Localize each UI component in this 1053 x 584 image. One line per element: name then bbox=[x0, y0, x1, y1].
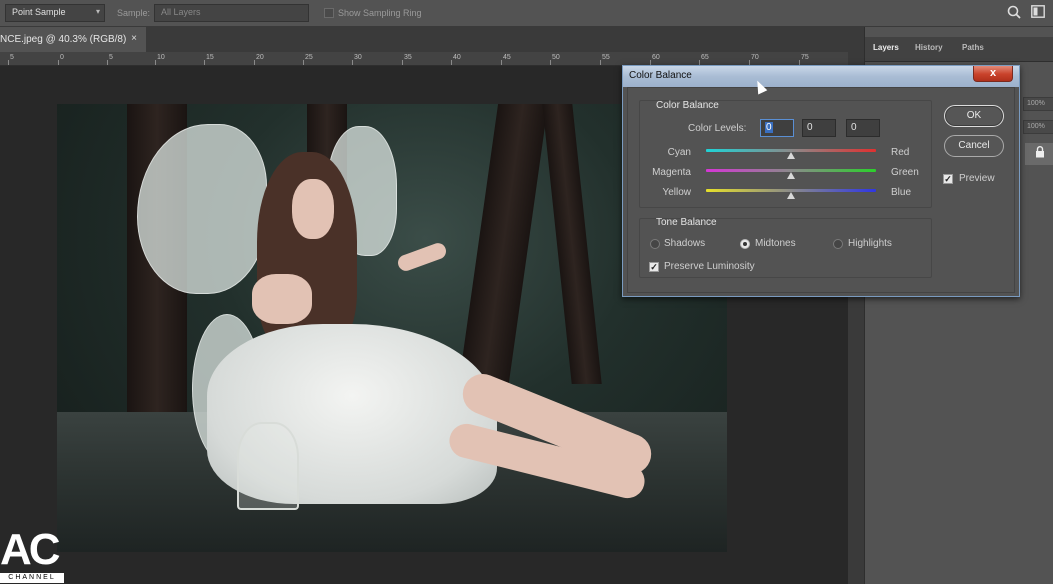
chevron-down-icon: ▾ bbox=[95, 7, 100, 16]
tone-balance-group-title: Tone Balance bbox=[656, 217, 717, 228]
sample-label: Sample: bbox=[117, 8, 151, 18]
green-label: Green bbox=[891, 167, 919, 178]
sample-size-select[interactable]: Point Sample ▾ bbox=[5, 4, 105, 22]
opacity-field[interactable]: 100% bbox=[1023, 97, 1053, 111]
midtones-label: Midtones bbox=[755, 238, 796, 249]
ok-button[interactable]: OK bbox=[944, 105, 1004, 127]
dialog-titlebar[interactable]: Color Balance x bbox=[623, 66, 1019, 87]
tab-history[interactable]: History bbox=[915, 43, 943, 52]
show-ring-label: Show Sampling Ring bbox=[338, 8, 422, 18]
fill-field[interactable]: 100% bbox=[1023, 120, 1053, 134]
sample-size-value: Point Sample bbox=[12, 7, 66, 17]
channel-watermark: AC CHANNEL bbox=[0, 528, 64, 584]
color-balance-group-title: Color Balance bbox=[656, 100, 719, 111]
color-level-value: 0 bbox=[765, 122, 773, 133]
color-level-cyan-red-input[interactable]: 0 bbox=[760, 119, 794, 137]
close-icon[interactable]: x bbox=[973, 66, 1013, 82]
dialog-title: Color Balance bbox=[629, 70, 692, 81]
preview-label: Preview bbox=[959, 173, 995, 184]
sample-value: All Layers bbox=[161, 7, 201, 17]
highlights-label: Highlights bbox=[848, 238, 892, 249]
workspace-icon[interactable] bbox=[1031, 5, 1045, 22]
color-balance-dialog: Color Balance x Color Balance Color Leve… bbox=[622, 65, 1020, 297]
options-bar: Point Sample ▾ Sample: All Layers Show S… bbox=[0, 0, 1053, 27]
ruler-tick-label: 40 bbox=[453, 54, 461, 61]
ruler-tick-label: 10 bbox=[157, 54, 165, 61]
search-icon[interactable] bbox=[1007, 5, 1021, 22]
close-icon[interactable]: × bbox=[131, 33, 137, 44]
document-tab[interactable]: NCE.jpeg @ 40.3% (RGB/8) × bbox=[0, 27, 146, 52]
shadows-radio[interactable] bbox=[650, 239, 660, 249]
ruler-tick-label: 50 bbox=[552, 54, 560, 61]
ruler-tick-label: 0 bbox=[60, 54, 64, 61]
highlights-radio[interactable] bbox=[833, 239, 843, 249]
cyan-red-slider-thumb[interactable] bbox=[787, 152, 795, 159]
sample-select[interactable]: All Layers bbox=[154, 4, 309, 22]
ruler-tick-label: 75 bbox=[801, 54, 809, 61]
lock-icon[interactable] bbox=[1025, 143, 1053, 165]
midtones-radio[interactable] bbox=[740, 239, 750, 249]
color-level-magenta-green-input[interactable]: 0 bbox=[802, 119, 836, 137]
preserve-luminosity-label: Preserve Luminosity bbox=[664, 261, 755, 272]
ruler-tick-label: 35 bbox=[404, 54, 412, 61]
ruler-tick-label: 70 bbox=[751, 54, 759, 61]
yellow-blue-slider-thumb[interactable] bbox=[787, 192, 795, 199]
shadows-label: Shadows bbox=[664, 238, 706, 249]
yellow-label: Yellow bbox=[662, 187, 691, 198]
document-tab-bar: NCE.jpeg @ 40.3% (RGB/8) × bbox=[0, 27, 864, 52]
watermark-channel: CHANNEL bbox=[0, 573, 64, 583]
red-label: Red bbox=[891, 147, 910, 158]
watermark-logo: AC bbox=[0, 525, 61, 574]
ruler-tick-label: 25 bbox=[305, 54, 313, 61]
show-ring-checkbox[interactable] bbox=[324, 8, 334, 18]
cancel-button[interactable]: Cancel bbox=[944, 135, 1004, 157]
preview-checkbox[interactable]: ✓ bbox=[943, 174, 953, 184]
ruler-tick-label: 5 bbox=[10, 54, 14, 61]
ruler-tick-label: 45 bbox=[503, 54, 511, 61]
magenta-label: Magenta bbox=[652, 167, 691, 178]
magenta-green-slider-thumb[interactable] bbox=[787, 172, 795, 179]
ruler-tick-label: 65 bbox=[701, 54, 709, 61]
preserve-luminosity-checkbox[interactable]: ✓ bbox=[649, 262, 659, 272]
ruler-tick-label: 15 bbox=[206, 54, 214, 61]
ruler-tick-label: 60 bbox=[652, 54, 660, 61]
ruler-tick-label: 55 bbox=[602, 54, 610, 61]
ruler-tick-label: 30 bbox=[354, 54, 362, 61]
cyan-label: Cyan bbox=[667, 147, 691, 158]
color-levels-label: Color Levels: bbox=[688, 123, 747, 134]
ruler-tick-label: 5 bbox=[109, 54, 113, 61]
tab-paths[interactable]: Paths bbox=[962, 43, 984, 52]
document-tab-title: NCE.jpeg @ 40.3% (RGB/8) bbox=[0, 34, 127, 45]
color-level-yellow-blue-input[interactable]: 0 bbox=[846, 119, 880, 137]
tab-layers[interactable]: Layers bbox=[873, 43, 899, 52]
horizontal-ruler: 5 0 5 10 15 20 25 30 35 40 45 50 55 60 6… bbox=[0, 52, 864, 66]
blue-label: Blue bbox=[891, 187, 912, 198]
ruler-tick-label: 20 bbox=[256, 54, 264, 61]
